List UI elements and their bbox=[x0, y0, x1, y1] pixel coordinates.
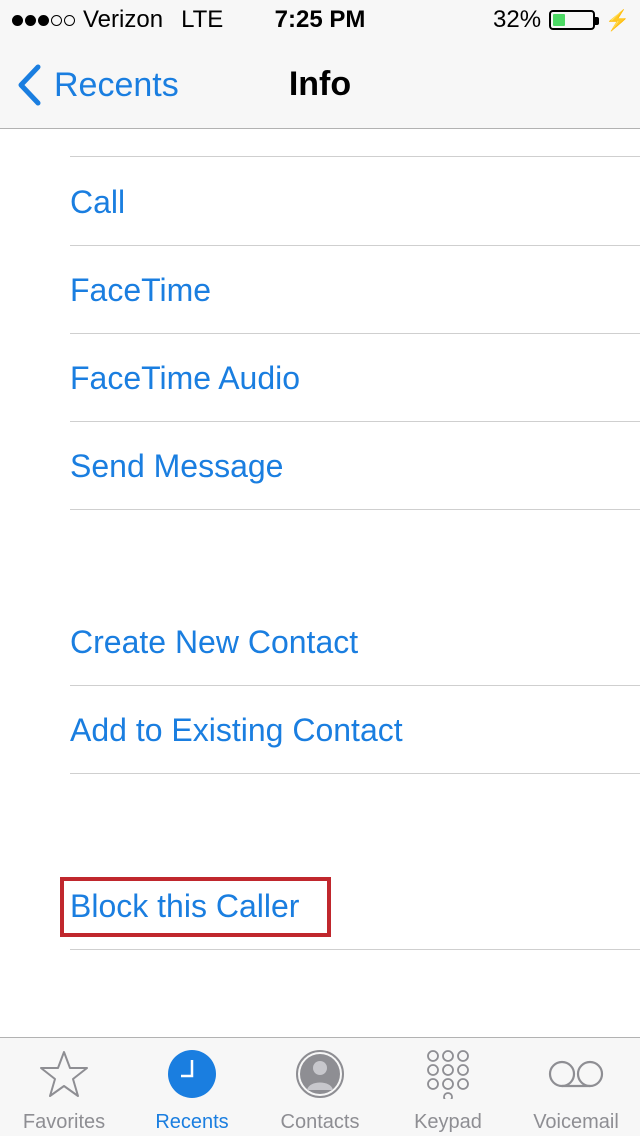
create-new-contact-label: Create New Contact bbox=[70, 623, 359, 660]
create-new-contact-button[interactable]: Create New Contact bbox=[70, 598, 640, 686]
tab-voicemail-label: Voicemail bbox=[533, 1111, 619, 1133]
send-message-label: Send Message bbox=[70, 447, 284, 484]
divider bbox=[70, 773, 640, 774]
call-label: Call bbox=[70, 183, 126, 220]
tab-keypad-label: Keypad bbox=[414, 1111, 482, 1133]
send-message-button[interactable]: Send Message bbox=[70, 422, 640, 510]
tab-recents[interactable]: Recents bbox=[128, 1038, 256, 1136]
facetime-button[interactable]: FaceTime bbox=[70, 246, 640, 334]
tab-favorites-label: Favorites bbox=[22, 1111, 106, 1133]
tab-favorites[interactable]: Favorites bbox=[0, 1038, 128, 1136]
contact-person-icon bbox=[296, 1050, 344, 1098]
status-bar: Verizon LTE 7:25 PM 32% ⚡ bbox=[0, 0, 640, 40]
star-icon bbox=[40, 1051, 88, 1097]
battery-icon bbox=[549, 10, 600, 30]
charging-bolt-icon: ⚡ bbox=[605, 9, 630, 32]
facetime-audio-label: FaceTime Audio bbox=[70, 359, 301, 396]
tab-voicemail[interactable]: Voicemail bbox=[512, 1038, 640, 1136]
clock-icon bbox=[168, 1050, 216, 1098]
navigation-bar: Recents Info bbox=[0, 40, 640, 129]
divider bbox=[70, 156, 640, 157]
add-to-existing-contact-label: Add to Existing Contact bbox=[70, 711, 403, 748]
battery-fill bbox=[553, 14, 566, 26]
status-right: 32% ⚡ bbox=[493, 6, 630, 34]
facetime-audio-button[interactable]: FaceTime Audio bbox=[70, 334, 640, 422]
tab-recents-label: Recents bbox=[155, 1111, 229, 1133]
call-button[interactable]: Call bbox=[70, 158, 640, 246]
divider bbox=[70, 509, 640, 510]
page-title: Info bbox=[288, 65, 352, 103]
facetime-label: FaceTime bbox=[70, 271, 212, 308]
tab-contacts-label: Contacts bbox=[280, 1111, 360, 1133]
battery-cap bbox=[595, 17, 600, 25]
battery-percent: 32% bbox=[493, 6, 542, 33]
keypad-icon bbox=[427, 1050, 469, 1099]
tab-contacts[interactable]: Contacts bbox=[256, 1038, 384, 1136]
add-to-existing-contact-button[interactable]: Add to Existing Contact bbox=[70, 686, 640, 774]
tab-bar: Favorites Recents Contacts Keypad Voicem… bbox=[0, 1037, 640, 1136]
voicemail-icon bbox=[548, 1060, 604, 1088]
info-content[interactable]: Call FaceTime FaceTime Audio Send Messag… bbox=[0, 129, 640, 1037]
divider bbox=[70, 949, 640, 950]
tab-keypad[interactable]: Keypad bbox=[384, 1038, 512, 1136]
highlight-box bbox=[60, 877, 331, 937]
